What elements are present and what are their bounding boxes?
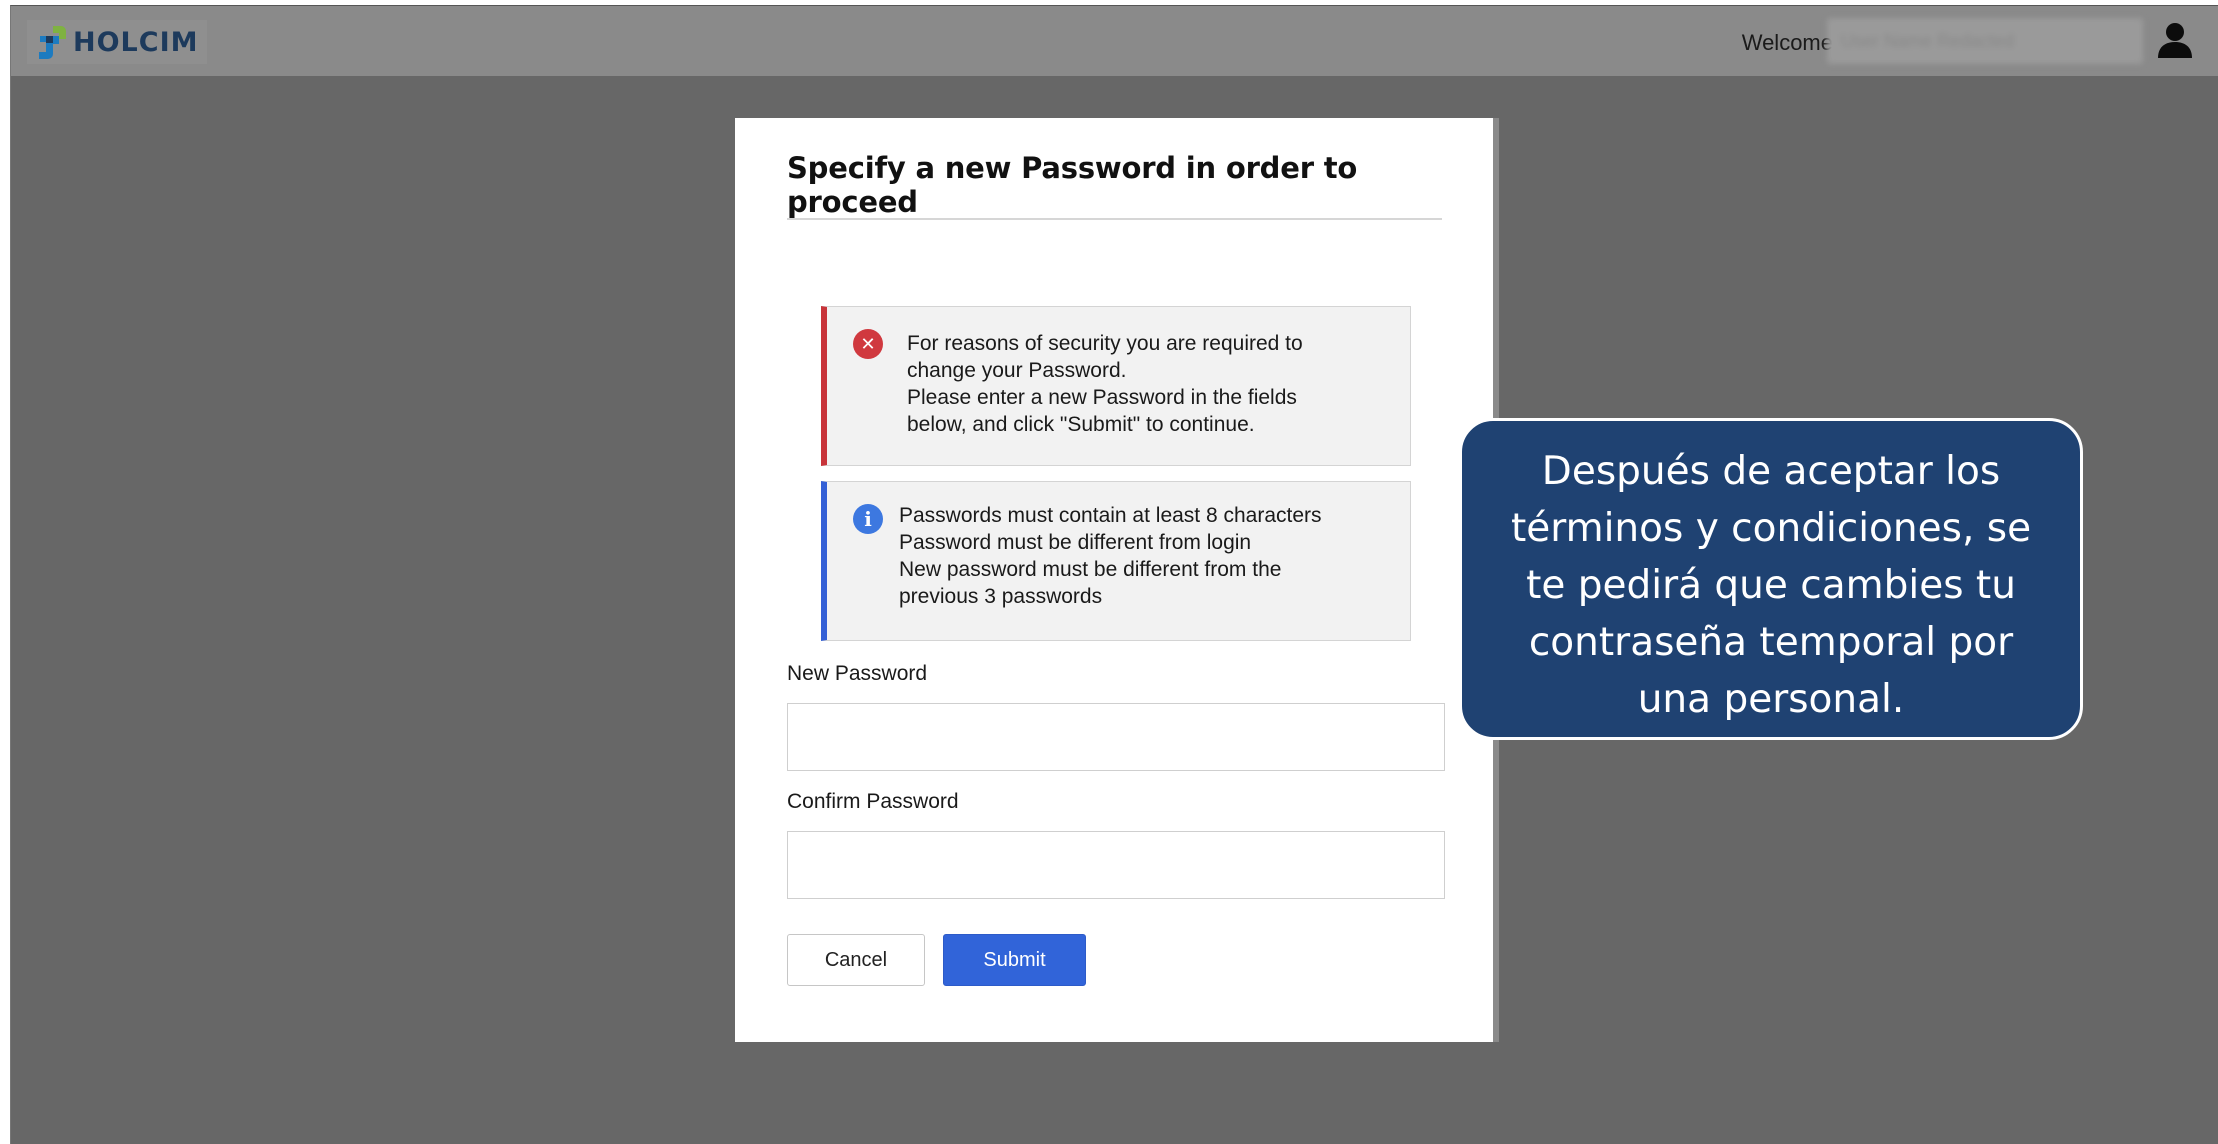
new-password-input[interactable]	[787, 703, 1445, 771]
callout-line: una personal.	[1637, 677, 1905, 722]
error-alert-line: For reasons of security you are required…	[907, 332, 1303, 355]
error-alert: ✕ For reasons of security you are requir…	[821, 306, 1411, 466]
top-bar: HOLCIM Welcome User Name Redacted	[11, 6, 2218, 76]
error-alert-text: For reasons of security you are required…	[907, 330, 1397, 438]
callout-line: contraseña temporal por	[1528, 620, 2014, 665]
title-divider	[787, 218, 1442, 220]
info-alert: i Passwords must contain at least 8 char…	[821, 481, 1411, 641]
error-alert-line: change your Password.	[907, 359, 1127, 382]
callout-line: Después de aceptar los	[1541, 449, 2001, 494]
info-alert-line: Passwords must contain at least 8 charac…	[899, 504, 1322, 527]
cancel-button[interactable]: Cancel	[787, 934, 925, 986]
confirm-password-label: Confirm Password	[787, 790, 959, 813]
info-circle-icon: i	[853, 504, 883, 534]
welcome-label: Welcome	[1741, 30, 1833, 55]
holcim-logo-icon	[39, 26, 66, 59]
callout-line: te pedirá que cambies tu	[1526, 563, 2016, 608]
user-name: User Name Redacted	[1827, 18, 2143, 64]
info-alert-line: Password must be different from login	[899, 531, 1252, 554]
new-password-label: New Password	[787, 662, 928, 685]
user-icon[interactable]	[2155, 20, 2195, 60]
dialog-title: Specify a new Password in order to proce…	[787, 151, 1358, 219]
change-password-dialog: Specify a new Password in order to proce…	[735, 118, 1493, 1042]
tutorial-callout: Después de aceptar los términos y condic…	[1459, 418, 2083, 740]
error-circle-icon: ✕	[853, 329, 883, 359]
error-alert-line: below, and click "Submit" to continue.	[907, 413, 1255, 436]
holcim-logo[interactable]: HOLCIM	[27, 20, 207, 64]
logo-text: HOLCIM	[73, 26, 199, 58]
callout-line: términos y condiciones, se	[1510, 506, 2032, 551]
info-alert-line: New password must be different from the	[899, 558, 1282, 581]
submit-button[interactable]: Submit	[943, 934, 1086, 986]
info-alert-line: previous 3 passwords	[899, 585, 1103, 608]
info-alert-text: Passwords must contain at least 8 charac…	[899, 502, 1399, 610]
confirm-password-input[interactable]	[787, 831, 1445, 899]
error-alert-line: Please enter a new Password in the field…	[907, 386, 1297, 409]
